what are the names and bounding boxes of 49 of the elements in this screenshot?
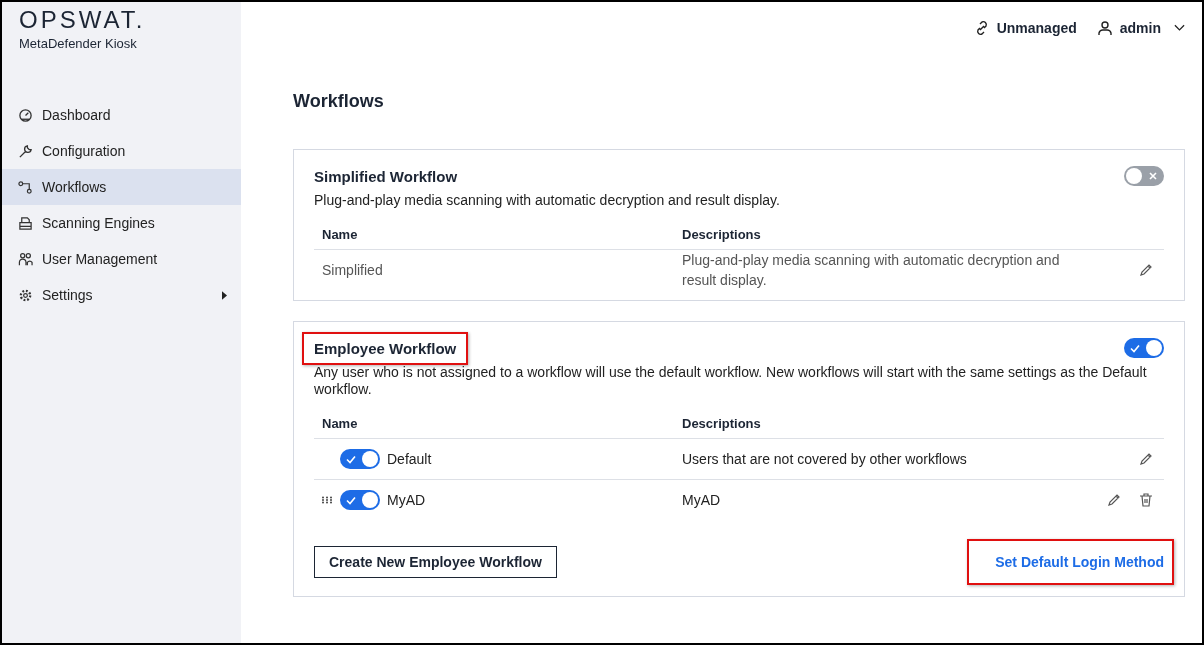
check-icon — [345, 453, 357, 465]
workflow-icon — [18, 179, 33, 195]
users-icon — [18, 251, 33, 267]
logo: OPSWAT. — [19, 6, 147, 34]
gauge-icon — [18, 107, 33, 123]
chevron-down-icon — [1174, 24, 1185, 32]
sidebar-item[interactable]: Configuration — [2, 133, 241, 169]
column-header: Descriptions — [682, 226, 762, 242]
table-cell: Simplified — [322, 262, 383, 278]
column-header: Descriptions — [682, 415, 762, 431]
check-icon — [1129, 342, 1141, 354]
workflow-title: Employee Workflow — [314, 339, 457, 357]
printer-icon — [18, 215, 33, 231]
toggle-switch[interactable] — [340, 449, 380, 469]
check-icon — [345, 494, 357, 506]
edit-icon[interactable] — [1138, 262, 1154, 278]
table-cell: Default — [387, 451, 432, 467]
user-icon — [1096, 20, 1113, 36]
table-cell-text: MyAD — [682, 491, 722, 510]
unmanaged-status[interactable]: Unmanaged — [973, 20, 1077, 36]
column-header: Name — [321, 415, 359, 431]
settings-icon — [18, 287, 33, 303]
sidebar-item[interactable]: Workflows — [2, 169, 241, 205]
trash-icon[interactable] — [1138, 492, 1154, 508]
sidebar-item[interactable]: User Management — [2, 241, 241, 277]
edit-icon[interactable] — [1138, 451, 1154, 467]
sidebar-item[interactable]: Settings — [2, 277, 241, 313]
column-header: Name — [321, 226, 359, 242]
workflow-description: Plug-and-play media scanning with automatic decryption and result display. — [314, 192, 781, 209]
workflow-title: Simplified Workflow — [314, 167, 458, 185]
workflow-description: Any user who is not assigned to a workflow will use the default workflow. New workflows will start with the same settings as the Default workflow. — [314, 364, 1148, 398]
toggle-switch[interactable] — [1124, 166, 1164, 186]
set-default-login-link[interactable]: Set Default Login Method — [995, 554, 1164, 570]
table-cell-text: Users that are not covered by other workflows — [682, 450, 968, 469]
toggle-switch[interactable] — [340, 490, 380, 510]
page-title: Workflows — [293, 91, 385, 112]
user-menu[interactable]: admin — [1096, 20, 1185, 36]
table-cell: MyAD — [387, 492, 426, 508]
create-workflow-button[interactable]: Create New Employee Workflow — [314, 546, 557, 578]
wrench-icon — [18, 143, 33, 159]
sidebar-item[interactable]: Dashboard — [2, 97, 241, 133]
toggle-switch[interactable] — [1124, 338, 1164, 358]
close-icon — [1147, 170, 1159, 182]
table-cell-text: Plug-and-play media scanning with automatic decryption and result display. — [682, 251, 1061, 290]
edit-icon[interactable] — [1106, 492, 1122, 508]
drag-handle-icon[interactable] — [322, 496, 332, 504]
sidebar-item[interactable]: Scanning Engines — [2, 205, 241, 241]
product-name: MetaDefender Kiosk — [19, 36, 138, 51]
submenu-arrow-icon — [222, 290, 227, 300]
